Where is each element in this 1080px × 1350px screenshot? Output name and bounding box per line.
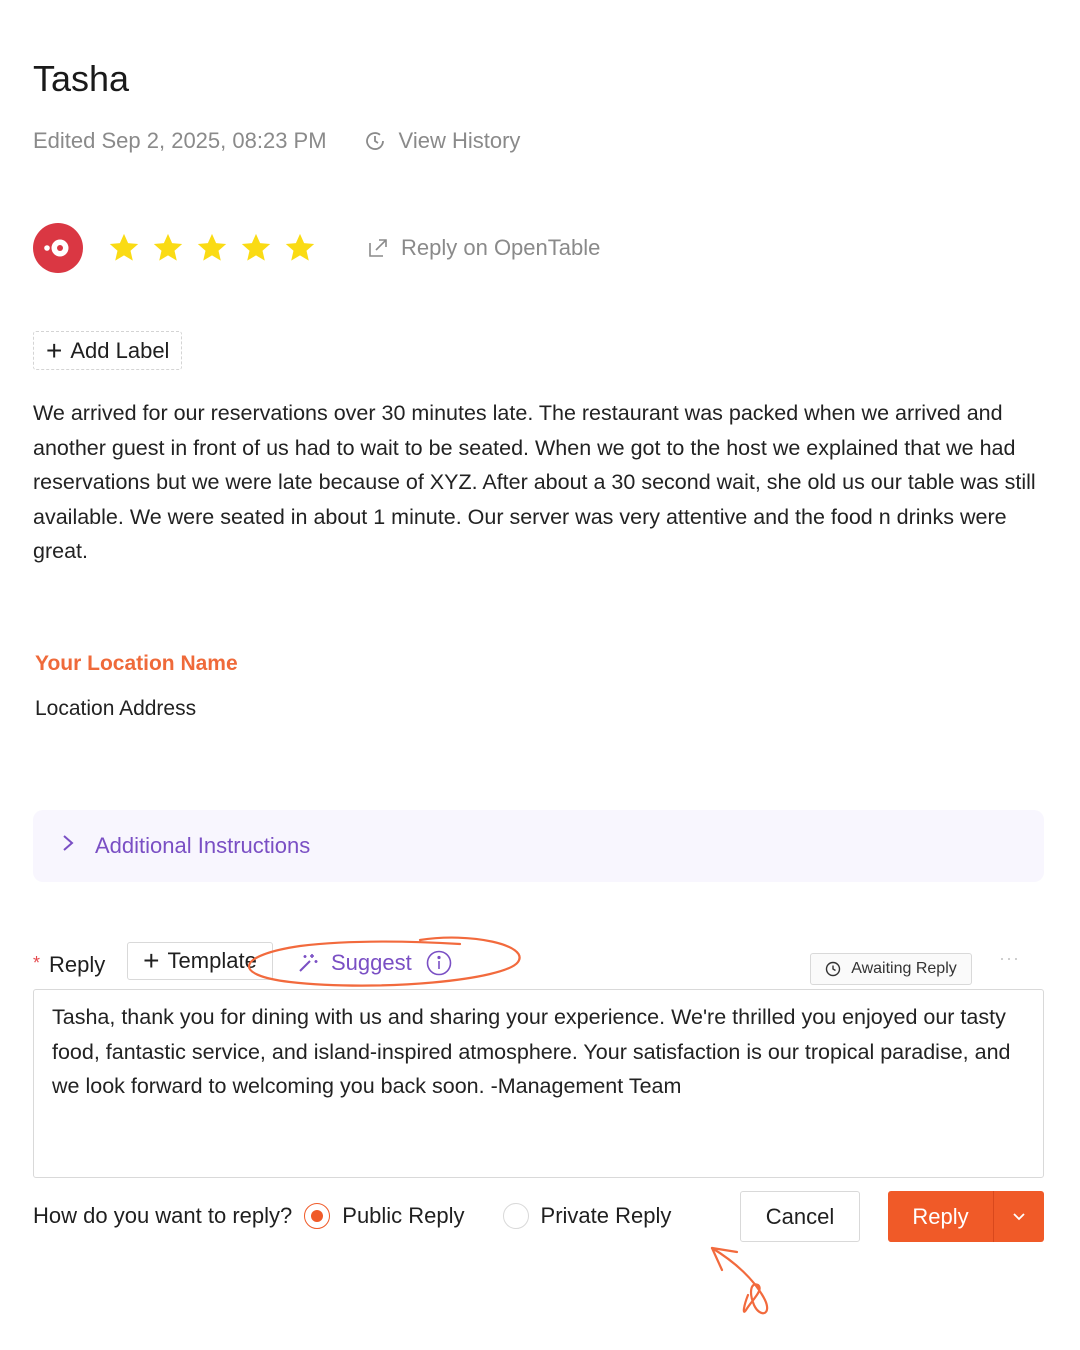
star-icon xyxy=(153,233,183,261)
reply-on-opentable-label: Reply on OpenTable xyxy=(401,235,601,260)
reply-on-opentable-link[interactable]: Reply on OpenTable xyxy=(367,235,600,261)
reply-dropdown-button[interactable] xyxy=(994,1191,1044,1242)
view-history-label: View History xyxy=(398,128,521,153)
reply-textarea[interactable] xyxy=(33,989,1044,1178)
star-icon xyxy=(241,233,271,261)
plus-icon: + xyxy=(46,334,63,366)
more-options-icon[interactable]: ··· xyxy=(999,948,1020,969)
suggest-button[interactable]: Suggest xyxy=(297,950,452,976)
plus-icon: + xyxy=(143,945,160,976)
additional-instructions-toggle[interactable]: Additional Instructions xyxy=(33,810,1044,882)
info-icon[interactable] xyxy=(426,950,452,976)
chevron-right-icon xyxy=(61,833,75,859)
required-mark: * xyxy=(33,953,41,973)
status-badge: Awaiting Reply xyxy=(810,953,972,985)
history-icon xyxy=(365,132,384,150)
view-history-link[interactable]: View History xyxy=(363,128,521,154)
template-label: Template xyxy=(167,948,257,973)
location-name: Your Location Name xyxy=(35,652,238,675)
reply-button[interactable]: Reply xyxy=(888,1191,993,1242)
cancel-button[interactable]: Cancel xyxy=(740,1191,860,1242)
reply-label: Reply xyxy=(49,952,106,977)
reply-mode-row: How do you want to reply? Public Reply P… xyxy=(33,1203,671,1229)
add-label-button[interactable]: + Add Label xyxy=(33,331,183,370)
reply-mode-question: How do you want to reply? xyxy=(33,1203,293,1228)
additional-instructions-label: Additional Instructions xyxy=(95,833,311,858)
edited-timestamp: Edited Sep 2, 2025, 08:23 PM xyxy=(33,128,327,153)
private-reply-label: Private Reply xyxy=(540,1203,672,1228)
public-reply-label: Public Reply xyxy=(342,1203,465,1228)
rating-row: Reply on OpenTable xyxy=(33,223,600,273)
review-meta: Edited Sep 2, 2025, 08:23 PM View Histor… xyxy=(33,128,520,154)
public-reply-option[interactable]: Public Reply xyxy=(304,1203,465,1229)
arrow-head-annotation xyxy=(710,1246,739,1272)
reply-toolbar: * Reply + Template Suggest Awaiting Repl… xyxy=(33,942,1044,986)
chevron-down-icon xyxy=(1013,1212,1025,1220)
reviewer-name: Tasha xyxy=(33,58,130,99)
star-icon xyxy=(197,233,227,261)
magic-wand-icon xyxy=(299,954,318,972)
suggest-label: Suggest xyxy=(331,950,412,975)
star-icon xyxy=(285,233,315,261)
public-reply-radio[interactable] xyxy=(304,1203,331,1229)
private-reply-option[interactable]: Private Reply xyxy=(502,1203,672,1229)
opentable-logo-icon xyxy=(33,223,83,273)
status-label: Awaiting Reply xyxy=(851,960,957,977)
clock-icon xyxy=(826,961,841,977)
star-rating xyxy=(107,231,327,265)
review-text: We arrived for our reservations over 30 … xyxy=(33,401,1036,563)
add-label-text: Add Label xyxy=(70,337,170,363)
external-link-icon xyxy=(369,239,387,257)
arrow-annotation xyxy=(710,1246,769,1315)
location-address: Location Address xyxy=(35,697,197,720)
private-reply-radio[interactable] xyxy=(502,1203,529,1229)
template-button[interactable]: + Template xyxy=(127,942,273,980)
star-icon xyxy=(109,233,139,261)
